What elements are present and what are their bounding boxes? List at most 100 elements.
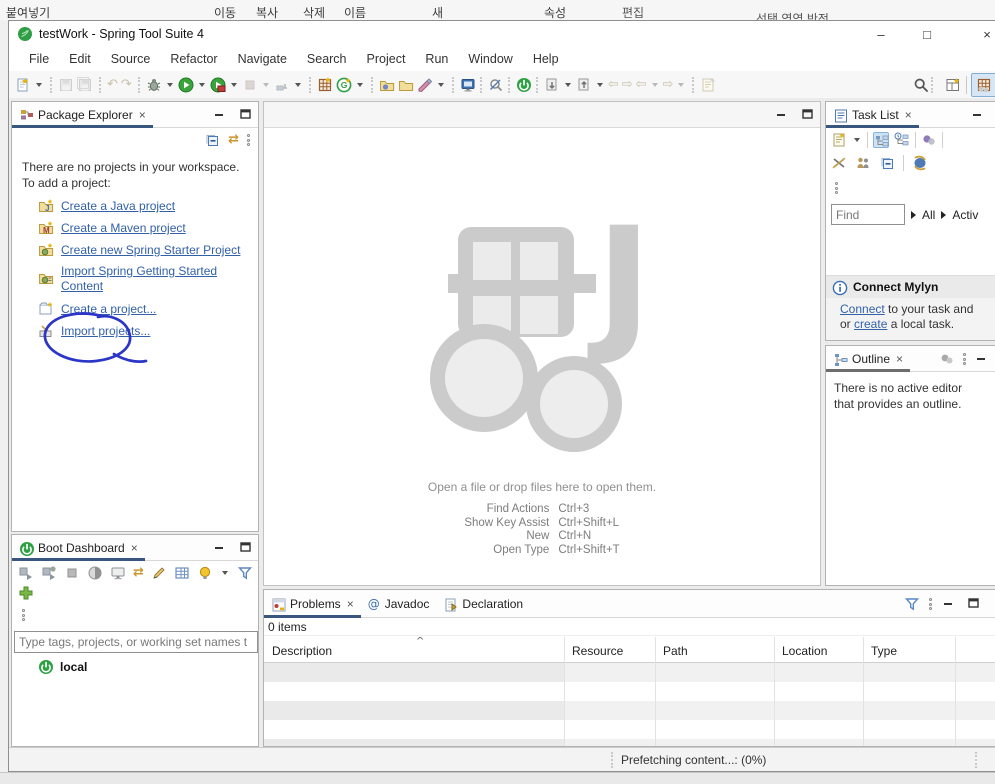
ribbon-delete[interactable]: 삭제 [303, 4, 325, 20]
tl-synchronize-icon[interactable] [912, 155, 928, 171]
col-description[interactable]: Description [272, 644, 332, 658]
menu-edit[interactable]: Edit [59, 49, 101, 69]
minimize-view-icon[interactable] [212, 540, 228, 556]
mylyn-create-link[interactable]: create [854, 317, 887, 331]
open-type-folder-icon[interactable] [379, 77, 395, 93]
debug-icon[interactable] [146, 77, 162, 93]
link-with-editor-icon[interactable]: ⇄ [228, 132, 239, 148]
bd-filter-input[interactable] [14, 631, 258, 653]
ribbon-invert-selection[interactable]: 선택 영역 반전 [756, 10, 829, 20]
profile-icon[interactable] [210, 77, 226, 93]
close-tab-icon[interactable]: × [905, 108, 912, 122]
tl-categorized-icon[interactable] [873, 132, 889, 148]
minimize-view-icon[interactable] [970, 107, 986, 123]
save-all-icon[interactable] [77, 76, 93, 93]
bd-stop-icon[interactable] [64, 565, 80, 581]
back-history-dropdown[interactable] [651, 82, 658, 87]
menu-window[interactable]: Window [458, 49, 522, 69]
collapse-all-icon[interactable] [204, 132, 220, 148]
menu-navigate[interactable]: Navigate [228, 49, 297, 69]
quick-access-search-icon[interactable] [913, 77, 929, 93]
stop-dropdown[interactable] [262, 82, 269, 87]
bd-properties-icon[interactable] [174, 565, 190, 581]
col-type[interactable]: Type [871, 644, 897, 658]
tl-presentation-icon[interactable] [921, 132, 937, 148]
mark-occurrences-icon[interactable] [488, 77, 504, 93]
bd-link-icon[interactable]: ⇄ [133, 565, 144, 581]
col-path[interactable]: Path [663, 644, 688, 658]
create-project-link[interactable]: Create a project... [61, 302, 156, 316]
run-external-dropdown[interactable] [294, 82, 301, 87]
menu-search[interactable]: Search [297, 49, 357, 69]
tab-task-list[interactable]: Task List × [826, 102, 919, 128]
bd-add-icon[interactable] [18, 585, 34, 601]
tl-new-task-icon[interactable] [831, 132, 847, 148]
outline-view-menu-icon[interactable] [963, 353, 966, 365]
open-task-icon[interactable] [417, 77, 433, 93]
ribbon-edit[interactable]: 편집 [622, 4, 644, 20]
bd-restart-icon[interactable] [87, 565, 103, 581]
run-dropdown[interactable] [198, 82, 205, 87]
bd-start-icon[interactable] [18, 565, 34, 581]
minimize-view-icon[interactable] [974, 351, 990, 367]
menu-source[interactable]: Source [101, 49, 161, 69]
forward-history-dropdown[interactable] [678, 82, 685, 87]
tl-scope-all-label[interactable]: All [922, 208, 935, 222]
menu-project[interactable]: Project [357, 49, 416, 69]
tl-scheduled-icon[interactable] [894, 132, 910, 148]
tl-find-input[interactable] [831, 204, 905, 225]
menu-run[interactable]: Run [415, 49, 458, 69]
previous-annotation-icon[interactable] [576, 77, 592, 93]
profile-dropdown[interactable] [230, 82, 237, 87]
bd-tips-dropdown[interactable] [221, 571, 228, 575]
close-tab-icon[interactable]: × [131, 541, 138, 555]
view-menu-icon[interactable] [247, 134, 250, 146]
tl-collapse-all-icon[interactable] [879, 155, 895, 171]
debug-dropdown[interactable] [166, 82, 173, 87]
create-maven-project-link[interactable]: Create a Maven project [61, 221, 186, 235]
import-spring-content-link[interactable]: Import Spring Getting Started Content [61, 264, 217, 294]
import-projects-link[interactable]: Import projects... [61, 324, 150, 338]
menu-file[interactable]: File [19, 49, 59, 69]
bd-tips-icon[interactable] [197, 565, 213, 581]
editor-drop-zone[interactable]: J Open a file or drop files here to open… [264, 128, 820, 585]
new-wizard-dropdown[interactable] [36, 82, 42, 87]
maximize-view-icon[interactable] [966, 596, 982, 612]
problems-table-header[interactable]: ^ Description Resource Path Location Typ… [264, 637, 995, 663]
title-bar[interactable]: testWork - Spring Tool Suite 4 – □ × [9, 21, 995, 47]
window-minimize-button[interactable]: – [859, 21, 903, 47]
close-tab-icon[interactable]: × [139, 108, 146, 122]
maximize-view-icon[interactable] [238, 107, 254, 123]
ribbon-properties[interactable]: 속성 [544, 4, 566, 20]
tl-hide-completed-icon[interactable] [831, 155, 847, 171]
tl-focus-workweek-icon[interactable] [855, 155, 871, 171]
tl-scope-active-arrow-icon[interactable] [941, 210, 947, 219]
col-location[interactable]: Location [782, 644, 827, 658]
menu-help[interactable]: Help [523, 49, 569, 69]
tab-outline[interactable]: Outline × [826, 346, 911, 372]
save-icon[interactable] [58, 77, 74, 93]
last-edit-back-icon[interactable]: ⇦ [608, 77, 619, 93]
tab-javadoc[interactable]: @ Javadoc [361, 590, 437, 617]
minimize-view-icon[interactable] [212, 107, 228, 123]
col-resource[interactable]: Resource [572, 644, 623, 658]
java-perspective-button[interactable] [971, 72, 995, 97]
ribbon-new[interactable]: 새 [432, 4, 443, 20]
close-tab-icon[interactable]: × [347, 597, 354, 611]
window-maximize-button[interactable]: □ [905, 21, 949, 47]
tab-declaration[interactable]: Declaration [436, 590, 530, 617]
create-spring-starter-link[interactable]: Create new Spring Starter Project [61, 243, 240, 257]
status-progress-message[interactable]: Prefetching content...: (0%) [621, 753, 766, 767]
tl-view-menu-icon[interactable] [835, 182, 838, 194]
maximize-view-icon[interactable] [238, 540, 254, 556]
outline-presentation-icon[interactable] [939, 351, 955, 367]
minimize-view-icon[interactable] [941, 596, 957, 612]
ribbon-move[interactable]: 이동 [214, 4, 236, 20]
run-icon[interactable] [178, 77, 194, 93]
mylyn-connect-link[interactable]: Connect [840, 302, 885, 316]
bd-view-menu-icon[interactable] [22, 609, 25, 621]
minimize-view-icon[interactable] [774, 107, 790, 123]
tl-scope-all-arrow-icon[interactable] [911, 210, 916, 219]
maximize-view-icon[interactable] [800, 107, 816, 123]
window-close-button[interactable]: × [965, 21, 995, 47]
